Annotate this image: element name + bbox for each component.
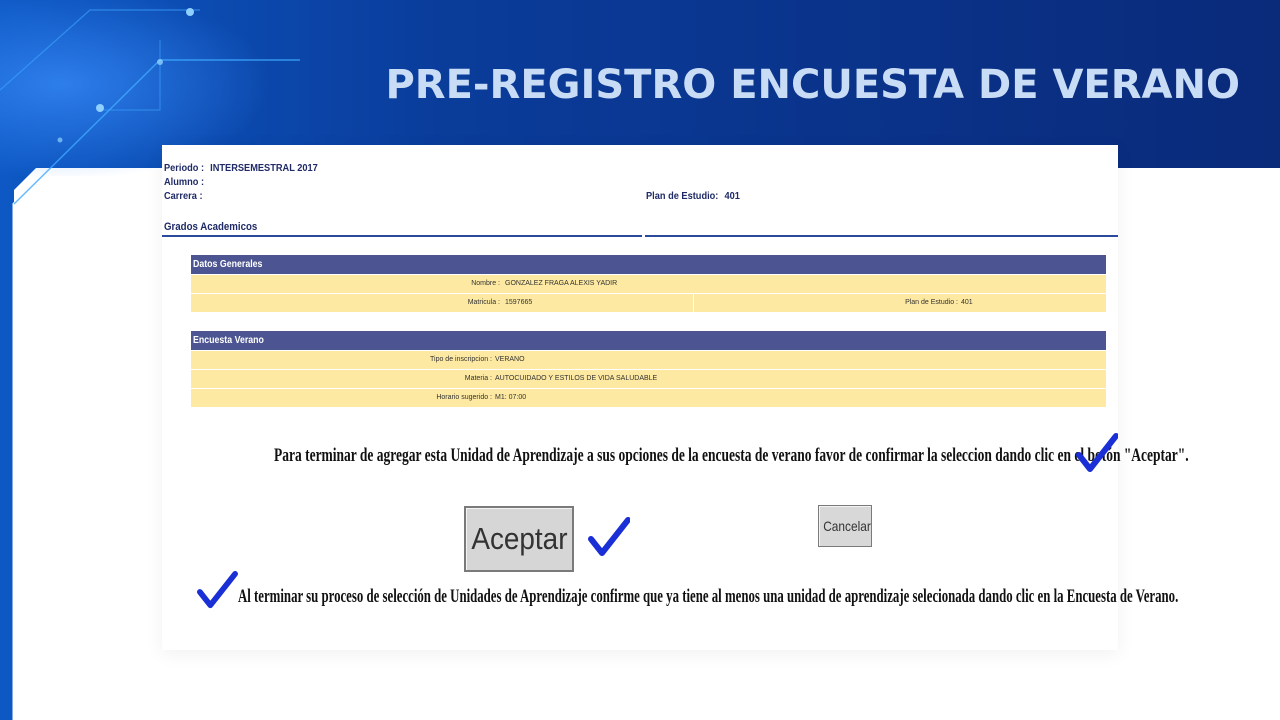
tipo-inscripcion-value: VERANO bbox=[495, 356, 525, 363]
horario-value: M1: 07:00 bbox=[495, 394, 527, 401]
aceptar-button[interactable]: Aceptar bbox=[464, 506, 574, 572]
plan-value: 401 bbox=[724, 190, 740, 202]
table-row: Materia : AUTOCUIDADO Y ESTILOS DE VIDA … bbox=[191, 369, 1106, 388]
slide-title: PRE-REGISTRO ENCUESTA DE VERANO bbox=[385, 62, 1240, 108]
alumno-line: Alumno : bbox=[164, 176, 208, 188]
nombre-value: GONZALEZ FRAGA ALEXIS YADIR bbox=[505, 280, 618, 287]
datos-generales-table: Datos Generales Nombre : GONZALEZ FRAGA … bbox=[191, 255, 1106, 313]
datos-generales-header: Datos Generales bbox=[191, 255, 1106, 274]
encuesta-verano-table: Encuesta Verano Tipo de inscripcion : VE… bbox=[191, 331, 1106, 407]
matricula-label: Matricula : bbox=[467, 299, 500, 306]
plan-line: Plan de Estudio: 401 bbox=[646, 190, 740, 202]
alumno-label: Alumno : bbox=[164, 176, 205, 188]
finish-instruction: Al terminar su proceso de selección de U… bbox=[238, 586, 1179, 607]
materia-value: AUTOCUIDADO Y ESTILOS DE VIDA SALUDABLE bbox=[495, 375, 658, 382]
carrera-line: Carrera : bbox=[164, 190, 206, 202]
checkmark-icon bbox=[588, 517, 630, 556]
horario-label: Horario sugerido : bbox=[436, 394, 492, 401]
periodo-value: INTERSEMESTRAL 2017 bbox=[210, 162, 318, 174]
table-row: Tipo de inscripcion : VERANO bbox=[191, 350, 1106, 369]
dg-plan-value: 401 bbox=[961, 299, 973, 306]
checkmark-icon bbox=[197, 571, 238, 609]
cancelar-button[interactable]: Cancelar bbox=[818, 505, 872, 547]
encuesta-verano-header: Encuesta Verano bbox=[191, 331, 1106, 350]
checkmark-icon bbox=[1076, 433, 1118, 472]
section-divider bbox=[162, 235, 642, 237]
periodo-line: Periodo : INTERSEMESTRAL 2017 bbox=[164, 162, 318, 174]
section-divider bbox=[645, 235, 1118, 237]
table-row: Horario sugerido : M1: 07:00 bbox=[191, 388, 1106, 407]
cell-divider bbox=[693, 294, 694, 313]
periodo-label: Periodo : bbox=[164, 162, 205, 174]
table-row: Matricula : 1597665 Plan de Estudio : 40… bbox=[191, 293, 1106, 313]
grados-academicos-heading: Grados Academicos bbox=[164, 221, 258, 233]
materia-label: Materia : bbox=[464, 375, 492, 382]
tipo-inscripcion-label: Tipo de inscripcion : bbox=[430, 356, 492, 363]
carrera-label: Carrera : bbox=[164, 190, 203, 202]
table-row: Nombre : GONZALEZ FRAGA ALEXIS YADIR bbox=[191, 274, 1106, 293]
nombre-label: Nombre : bbox=[471, 280, 500, 287]
form-screenshot-panel: Periodo : INTERSEMESTRAL 2017 Alumno : C… bbox=[162, 145, 1189, 650]
confirm-instruction: Para terminar de agregar esta Unidad de … bbox=[274, 445, 1189, 466]
dg-plan-label: Plan de Estudio : bbox=[905, 299, 958, 306]
plan-label: Plan de Estudio: bbox=[646, 190, 719, 202]
matricula-value: 1597665 bbox=[505, 299, 533, 306]
